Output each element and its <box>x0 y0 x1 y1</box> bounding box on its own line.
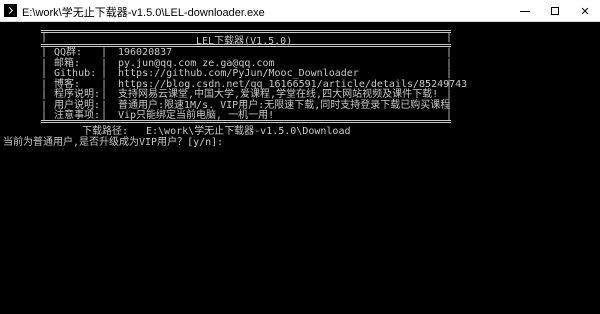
banner-row-right-border: | <box>446 47 453 58</box>
banner-row-right-border: | <box>446 99 453 111</box>
banner-row-separator: | <box>101 47 108 58</box>
banner-row-value: py.jun@qq.com ze.ga@qq.com <box>118 57 275 69</box>
banner-row-separator: | <box>101 78 108 90</box>
banner-row-right-border: | <box>446 89 453 100</box>
window-title: E:\work\学无止下载器-v1.5.0\LEL-downloader.exe <box>22 7 265 19</box>
banner-row-separator: | <box>101 57 108 69</box>
download-path-value: E:\work\学无止下载器-v1.5.0\Download <box>146 126 351 137</box>
banner-row-left-border: | <box>41 78 48 90</box>
banner-row-left-border: | <box>41 57 48 69</box>
banner-right-border: | <box>446 32 453 43</box>
minimize-button[interactable] <box>510 0 540 22</box>
banner-row-value: 196020837 <box>118 47 173 58</box>
banner-row-left-border: | <box>41 47 48 58</box>
title-bar: E:\work\学无止下载器-v1.5.0\LEL-downloader.exe… <box>0 0 600 22</box>
maximize-button[interactable] <box>540 0 570 22</box>
banner-row-right-border: | <box>446 57 453 69</box>
banner-left-border: | <box>41 32 48 43</box>
banner-row-separator: | <box>101 89 108 100</box>
banner-row-value: 普通用户:限速1M/s. VIP用户:无限速下载,同时支持登录下载已购买课程 <box>118 99 451 111</box>
banner-bottom-rule <box>41 120 451 123</box>
banner-row-separator: | <box>101 68 108 79</box>
banner-row-left-border: | <box>41 89 48 100</box>
banner-row-left-border: | <box>41 68 48 79</box>
console-app-icon <box>4 4 17 17</box>
banner-row-value: 支持网易云课堂,中国大学,爱课程,学堂在线,四大网站视频及课件下载! <box>118 89 439 100</box>
banner-row-separator: | <box>101 99 108 111</box>
banner-row-value: https://blog.csdn.net/qq_16166591/articl… <box>118 78 468 90</box>
vip-upgrade-prompt: 当前为普通用户,是否升级成为VIP用户？[y/n]: <box>3 137 224 148</box>
close-button[interactable]: ✕ <box>570 0 600 22</box>
banner-row-right-border: | <box>446 68 453 79</box>
banner-row-left-border: | <box>41 99 48 111</box>
banner-row-right-border: | <box>446 78 453 90</box>
console-output[interactable]: | LEL下载器(V1.5.0) | | QQ群: | 196020837 | | 邮箱: |… <box>0 22 600 314</box>
maximize-icon <box>551 7 559 15</box>
close-icon: ✕ <box>580 4 590 18</box>
minimize-icon <box>520 10 530 12</box>
banner-row-value: https://github.com/PyJun/Mooc_Downloader <box>118 68 359 79</box>
download-path-label: 下载路径: <box>82 126 129 137</box>
